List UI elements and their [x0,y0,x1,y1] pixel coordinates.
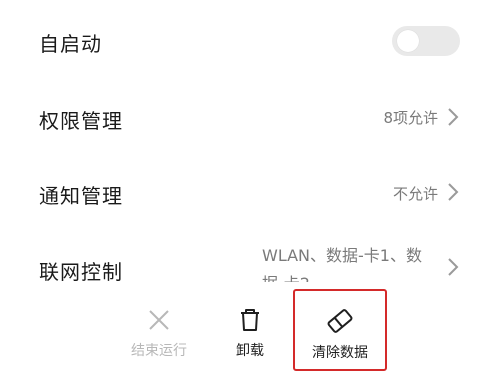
notifications-label: 通知管理 [39,184,123,208]
highlight-box [293,289,387,371]
permissions-value: 8项允许 [383,109,438,127]
permissions-label: 权限管理 [39,109,123,133]
bottom-action-bar: 结束运行 卸载 清除数据 [0,300,500,389]
uninstall-button[interactable]: 卸载 [223,308,277,360]
network-label: 联网控制 [39,260,123,284]
stop-button[interactable]: 结束运行 [118,308,200,360]
chevron-right-icon [446,182,460,202]
close-x-icon [149,310,169,330]
trash-icon [241,309,259,331]
network-value: WLAN、数据-卡1、数据-卡2 [262,246,422,282]
chevron-right-icon [446,257,460,277]
setting-row-permissions[interactable]: 权限管理 8项允许 [0,96,500,140]
autostart-toggle[interactable] [392,26,460,56]
toggle-knob [397,30,419,52]
autostart-label: 自启动 [39,32,102,56]
setting-row-notifications[interactable]: 通知管理 不允许 [0,172,500,216]
uninstall-label: 卸载 [236,343,264,359]
setting-row-autostart[interactable]: 自启动 [0,20,500,64]
chevron-right-icon [446,107,460,127]
stop-label: 结束运行 [131,343,187,359]
notifications-value: 不允许 [392,185,438,203]
